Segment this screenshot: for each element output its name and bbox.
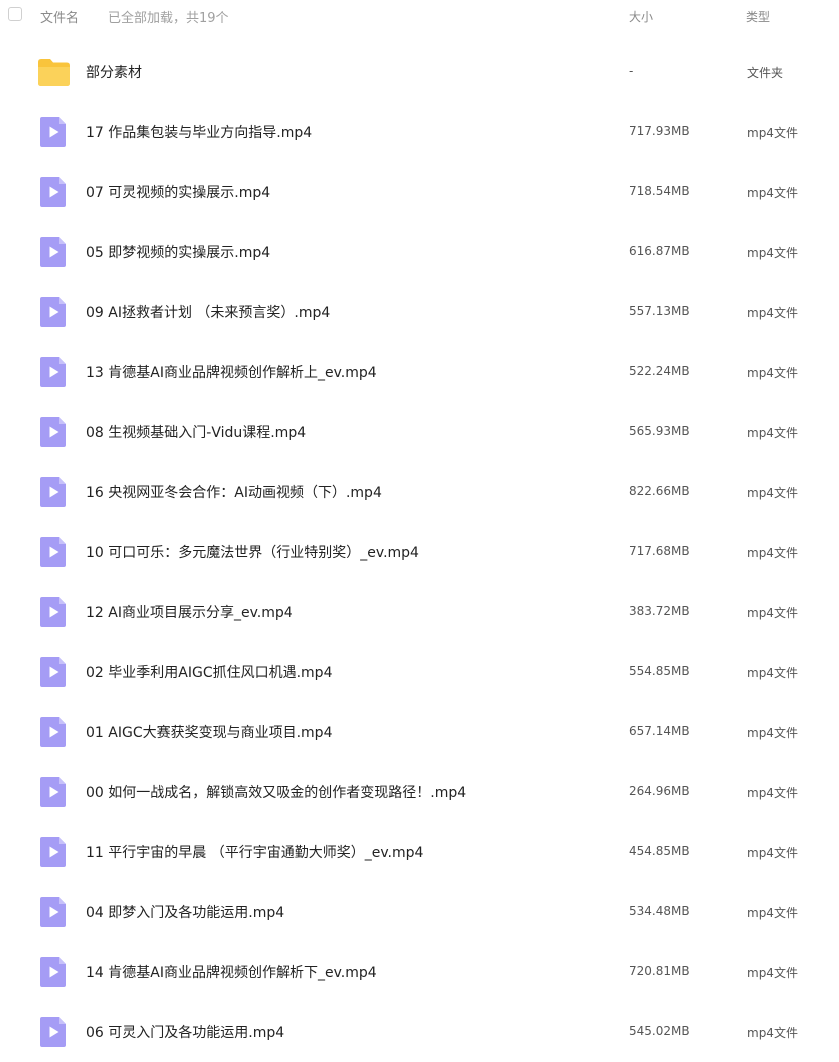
file-name[interactable]: 13 肯德基AI商业品牌视频创作解析上_ev.mp4: [86, 362, 377, 382]
file-size: 717.68MB: [629, 544, 690, 558]
file-name[interactable]: 08 生视频基础入门-Vidu课程.mp4: [86, 422, 306, 442]
file-size: 454.85MB: [629, 844, 690, 858]
file-type: 文件夹: [747, 66, 784, 80]
file-name[interactable]: 09 AI拯救者计划 （未来预言奖）.mp4: [86, 302, 330, 322]
file-size: 720.81MB: [629, 964, 690, 978]
file-row[interactable]: 16 央视网亚冬会合作：AI动画视频（下）.mp4 822.66MB mp4文件: [0, 462, 839, 522]
select-all-checkbox[interactable]: [8, 7, 22, 21]
file-type: mp4文件: [747, 846, 798, 860]
file-row[interactable]: 10 可口可乐：多元魔法世界（行业特别奖）_ev.mp4 717.68MB mp4文…: [0, 522, 839, 582]
folder-icon: [37, 56, 71, 88]
file-row[interactable]: 06 可灵入门及各功能运用.mp4 545.02MB mp4文件: [0, 1002, 839, 1062]
file-name[interactable]: 10 可口可乐：多元魔法世界（行业特别奖）_ev.mp4: [86, 542, 419, 562]
file-row[interactable]: 05 即梦视频的实操展示.mp4 616.87MB mp4文件: [0, 222, 839, 282]
file-name[interactable]: 14 肯德基AI商业品牌视频创作解析下_ev.mp4: [86, 962, 377, 982]
video-file-icon: [37, 956, 71, 988]
file-name[interactable]: 01 AIGC大赛获奖变现与商业项目.mp4: [86, 722, 332, 742]
file-list-header: 文件名 已全部加载，共19个 大小 类型: [0, 0, 839, 32]
file-name[interactable]: 00 如何一战成名，解锁高效又吸金的创作者变现路径！.mp4: [86, 782, 466, 802]
file-row[interactable]: 13 肯德基AI商业品牌视频创作解析上_ev.mp4 522.24MB mp4文件: [0, 342, 839, 402]
file-row[interactable]: 04 即梦入门及各功能运用.mp4 534.48MB mp4文件: [0, 882, 839, 942]
video-file-icon: [37, 416, 71, 448]
file-size: 522.24MB: [629, 364, 690, 378]
file-type: mp4文件: [747, 366, 798, 380]
file-type: mp4文件: [747, 906, 798, 920]
file-size: 565.93MB: [629, 424, 690, 438]
file-row[interactable]: 09 AI拯救者计划 （未来预言奖）.mp4 557.13MB mp4文件: [0, 282, 839, 342]
file-name[interactable]: 17 作品集包装与毕业方向指导.mp4: [86, 122, 312, 142]
file-type: mp4文件: [747, 666, 798, 680]
file-row[interactable]: 00 如何一战成名，解锁高效又吸金的创作者变现路径！.mp4 264.96MB mp…: [0, 762, 839, 822]
file-type: mp4文件: [747, 546, 798, 560]
file-size: 534.48MB: [629, 904, 690, 918]
file-row[interactable]: 07 可灵视频的实操展示.mp4 718.54MB mp4文件: [0, 162, 839, 222]
video-file-icon: [37, 356, 71, 388]
video-file-icon: [37, 236, 71, 268]
video-file-icon: [37, 476, 71, 508]
file-type: mp4文件: [747, 726, 798, 740]
video-file-icon: [37, 296, 71, 328]
file-size: 557.13MB: [629, 304, 690, 318]
file-type: mp4文件: [747, 786, 798, 800]
file-size: 383.72MB: [629, 604, 690, 618]
column-header-name[interactable]: 文件名: [40, 7, 79, 26]
file-size: 545.02MB: [629, 1024, 690, 1038]
file-row[interactable]: 部分素材 - 文件夹: [0, 42, 839, 102]
file-name[interactable]: 04 即梦入门及各功能运用.mp4: [86, 902, 284, 922]
file-type: mp4文件: [747, 966, 798, 980]
file-name[interactable]: 02 毕业季利用AIGC抓住风口机遇.mp4: [86, 662, 332, 682]
video-file-icon: [37, 176, 71, 208]
load-status-text: 已全部加载，共19个: [108, 11, 229, 26]
column-header-type[interactable]: 类型: [746, 8, 770, 25]
file-size: 554.85MB: [629, 664, 690, 678]
file-type: mp4文件: [747, 426, 798, 440]
file-row[interactable]: 02 毕业季利用AIGC抓住风口机遇.mp4 554.85MB mp4文件: [0, 642, 839, 702]
file-row[interactable]: 11 平行宇宙的早晨 （平行宇宙通勤大师奖）_ev.mp4 454.85MB mp4…: [0, 822, 839, 882]
file-name[interactable]: 16 央视网亚冬会合作：AI动画视频（下）.mp4: [86, 482, 382, 502]
file-type: mp4文件: [747, 486, 798, 500]
file-size: 717.93MB: [629, 124, 690, 138]
file-size: 264.96MB: [629, 784, 690, 798]
file-size: 822.66MB: [629, 484, 690, 498]
file-name[interactable]: 11 平行宇宙的早晨 （平行宇宙通勤大师奖）_ev.mp4: [86, 842, 423, 862]
file-size: 616.87MB: [629, 244, 690, 258]
file-row[interactable]: 17 作品集包装与毕业方向指导.mp4 717.93MB mp4文件: [0, 102, 839, 162]
video-file-icon: [37, 836, 71, 868]
video-file-icon: [37, 116, 71, 148]
file-type: mp4文件: [747, 186, 798, 200]
file-type: mp4文件: [747, 306, 798, 320]
file-name[interactable]: 部分素材: [86, 62, 142, 82]
file-name[interactable]: 06 可灵入门及各功能运用.mp4: [86, 1022, 284, 1042]
file-row[interactable]: 01 AIGC大赛获奖变现与商业项目.mp4 657.14MB mp4文件: [0, 702, 839, 762]
file-name[interactable]: 05 即梦视频的实操展示.mp4: [86, 242, 270, 262]
video-file-icon: [37, 896, 71, 928]
file-type: mp4文件: [747, 606, 798, 620]
file-size: 657.14MB: [629, 724, 690, 738]
file-name[interactable]: 07 可灵视频的实操展示.mp4: [86, 182, 270, 202]
video-file-icon: [37, 716, 71, 748]
video-file-icon: [37, 776, 71, 808]
file-list: 部分素材 - 文件夹 17 作品集包装与毕业方向指导.mp4 717.93MB mp4文件…: [0, 42, 839, 1062]
file-row[interactable]: 08 生视频基础入门-Vidu课程.mp4 565.93MB mp4文件: [0, 402, 839, 462]
file-size: -: [629, 64, 634, 78]
file-type: mp4文件: [747, 126, 798, 140]
file-type: mp4文件: [747, 246, 798, 260]
column-header-size[interactable]: 大小: [629, 8, 653, 25]
file-size: 718.54MB: [629, 184, 690, 198]
video-file-icon: [37, 1016, 71, 1048]
file-row[interactable]: 12 AI商业项目展示分享_ev.mp4 383.72MB mp4文件: [0, 582, 839, 642]
video-file-icon: [37, 656, 71, 688]
video-file-icon: [37, 536, 71, 568]
file-row[interactable]: 14 肯德基AI商业品牌视频创作解析下_ev.mp4 720.81MB mp4文件: [0, 942, 839, 1002]
file-name[interactable]: 12 AI商业项目展示分享_ev.mp4: [86, 602, 293, 622]
file-type: mp4文件: [747, 1026, 798, 1040]
video-file-icon: [37, 596, 71, 628]
